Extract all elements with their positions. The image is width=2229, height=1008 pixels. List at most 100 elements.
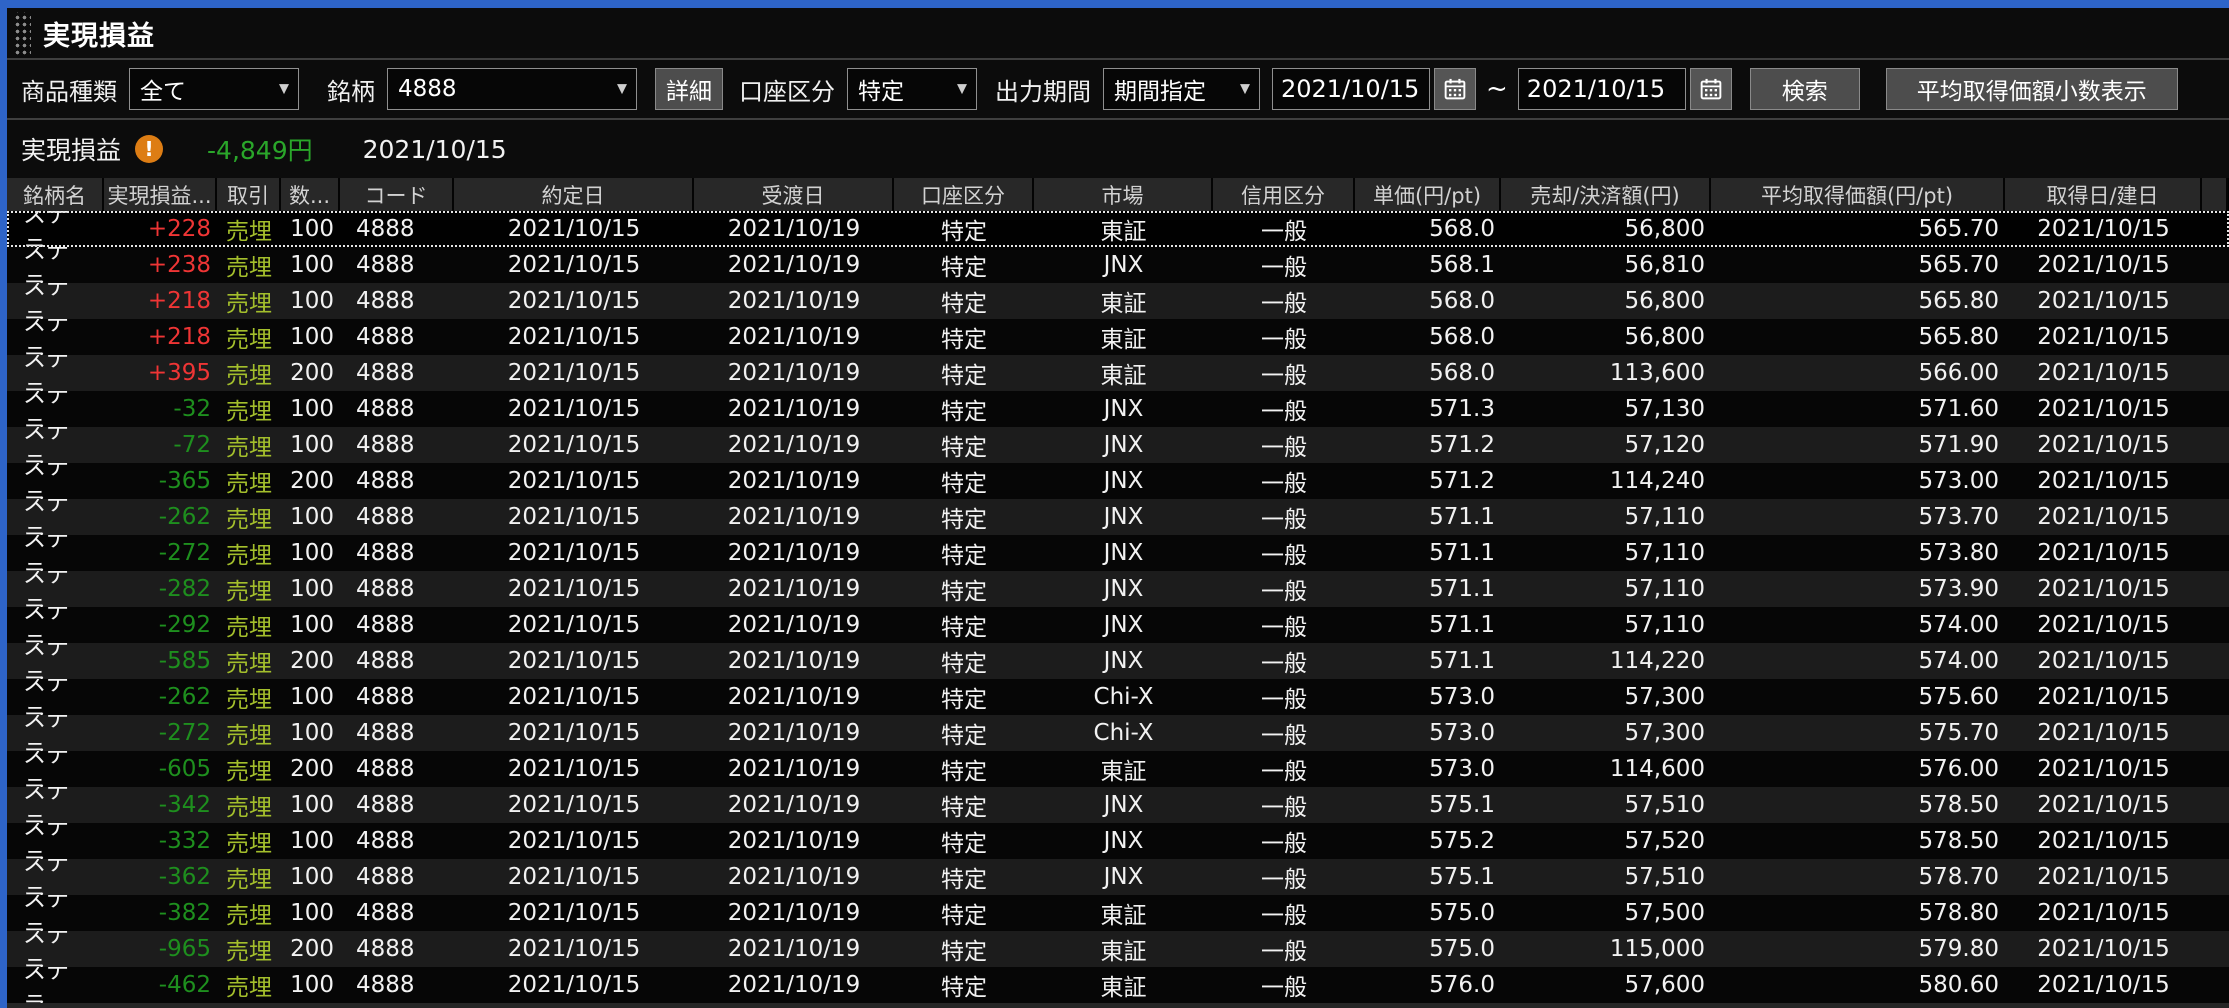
cell-acq_date: 2021/10/15	[2005, 355, 2202, 391]
cell-code: 4888	[340, 967, 454, 1003]
table-row[interactable]: ステラ...+228売埋10048882021/10/152021/10/19特…	[7, 211, 2229, 247]
cell-amount: 113,600	[1501, 355, 1711, 391]
table-row[interactable]: ステラ...-605売埋20048882021/10/152021/10/19特…	[7, 751, 2229, 787]
table-row[interactable]: ステラ...-585売埋20048882021/10/152021/10/19特…	[7, 643, 2229, 679]
detail-button[interactable]: 詳細	[655, 68, 723, 110]
cell-amount: 57,110	[1501, 499, 1711, 535]
cell-amount: 56,800	[1501, 319, 1711, 355]
cell-amount: 114,240	[1501, 463, 1711, 499]
symbol-select[interactable]: 4888 ▼	[387, 68, 637, 110]
cell-avg_price: 571.90	[1711, 427, 2005, 463]
column-header-name[interactable]: 銘柄名	[7, 178, 104, 211]
table-row[interactable]: ステラ...-32売埋10048882021/10/152021/10/19特定…	[7, 391, 2229, 427]
cell-price: 568.1	[1355, 247, 1501, 283]
column-header-acq_date[interactable]: 取得日/建日	[2005, 178, 2202, 211]
cell-amount: 57,110	[1501, 535, 1711, 571]
cell-amount: 115,000	[1501, 931, 1711, 967]
cell-pl: +238	[104, 247, 217, 283]
cell-qty: 100	[281, 679, 340, 715]
table-row[interactable]: ステラ...-462売埋10048882021/10/152021/10/19特…	[7, 967, 2229, 1003]
cell-avg_price: 571.60	[1711, 391, 2005, 427]
cell-extra	[2202, 751, 2228, 787]
column-header-market[interactable]: 市場	[1034, 178, 1213, 211]
cell-acq_date: 2021/10/15	[2005, 895, 2202, 931]
cell-price: 575.1	[1355, 859, 1501, 895]
cell-name: ステラ...	[7, 355, 104, 391]
table-row[interactable]: ステラ...-262売埋10048882021/10/152021/10/19特…	[7, 679, 2229, 715]
table-row[interactable]: ステラ...-965売埋20048882021/10/152021/10/19特…	[7, 931, 2229, 967]
date-to-calendar-button[interactable]	[1690, 68, 1732, 110]
column-header-extra[interactable]	[2202, 178, 2228, 211]
cell-amount: 57,300	[1501, 679, 1711, 715]
cell-market: 東証	[1034, 751, 1213, 787]
cell-avg_price: 573.80	[1711, 535, 2005, 571]
table-row[interactable]: ステラ...+218売埋10048882021/10/152021/10/19特…	[7, 319, 2229, 355]
cell-name: ステラ...	[7, 391, 104, 427]
column-header-qty[interactable]: 数...	[281, 178, 340, 211]
table-row[interactable]: ステラ...-362売埋10048882021/10/152021/10/19特…	[7, 859, 2229, 895]
cell-amount: 57,300	[1501, 715, 1711, 751]
cell-account: 特定	[894, 859, 1034, 895]
column-header-avg_price[interactable]: 平均取得価額(円/pt)	[1711, 178, 2005, 211]
summary-date: 2021/10/15	[363, 135, 507, 164]
cell-extra	[2202, 643, 2228, 679]
account-type-select[interactable]: 特定 ▼	[847, 68, 977, 110]
table-row[interactable]: ステラ...+395売埋20048882021/10/152021/10/19特…	[7, 355, 2229, 391]
table-row[interactable]: ステラ...-382売埋10048882021/10/152021/10/19特…	[7, 895, 2229, 931]
cell-amount: 57,510	[1501, 859, 1711, 895]
cell-code: 4888	[340, 535, 454, 571]
column-header-margin[interactable]: 信用区分	[1213, 178, 1355, 211]
column-header-account[interactable]: 口座区分	[894, 178, 1034, 211]
date-to-input[interactable]	[1518, 68, 1686, 110]
cell-extra	[2202, 463, 2228, 499]
column-header-code[interactable]: コード	[340, 178, 454, 211]
table-row[interactable]: ステラ...+218売埋10048882021/10/152021/10/19特…	[7, 283, 2229, 319]
cell-margin: 一般	[1213, 535, 1355, 571]
warning-icon[interactable]: !	[135, 135, 163, 163]
cell-settle_date: 2021/10/19	[694, 499, 894, 535]
column-header-amount[interactable]: 売却/決済額(円)	[1501, 178, 1711, 211]
column-header-trade[interactable]: 取引	[217, 178, 281, 211]
output-period-select[interactable]: 期間指定 ▼	[1103, 68, 1260, 110]
table-row[interactable]: ステラ...-292売埋10048882021/10/152021/10/19特…	[7, 607, 2229, 643]
drag-handle-icon[interactable]	[13, 12, 31, 56]
cell-trade_date: 2021/10/15	[454, 283, 694, 319]
table-row[interactable]: ステラ...+238売埋10048882021/10/152021/10/19特…	[7, 247, 2229, 283]
date-from-input[interactable]	[1272, 68, 1430, 110]
column-header-price[interactable]: 単価(円/pt)	[1355, 178, 1501, 211]
cell-trade_date: 2021/10/15	[454, 895, 694, 931]
cell-account: 特定	[894, 355, 1034, 391]
cell-pl: -72	[104, 427, 217, 463]
cell-pl: -292	[104, 607, 217, 643]
cell-trade: 売埋	[217, 787, 281, 823]
cell-market: 東証	[1034, 211, 1213, 247]
cell-pl: -272	[104, 715, 217, 751]
column-header-settle_date[interactable]: 受渡日	[694, 178, 894, 211]
cell-margin: 一般	[1213, 463, 1355, 499]
cell-account: 特定	[894, 571, 1034, 607]
table-row[interactable]: ステラ...-72売埋10048882021/10/152021/10/19特定…	[7, 427, 2229, 463]
search-button[interactable]: 検索	[1750, 68, 1860, 110]
avg-price-decimal-button[interactable]: 平均取得価額小数表示	[1886, 68, 2178, 110]
column-header-pl[interactable]: 実現損益...	[104, 178, 217, 211]
table-row[interactable]: ステラ...-272売埋10048882021/10/152021/10/19特…	[7, 715, 2229, 751]
cell-market: JNX	[1034, 607, 1213, 643]
cell-pl: -262	[104, 499, 217, 535]
table-row[interactable]: ステラ...-282売埋10048882021/10/152021/10/19特…	[7, 571, 2229, 607]
cell-name: ステラ...	[7, 823, 104, 859]
table-row[interactable]: ステラ...-342売埋10048882021/10/152021/10/19特…	[7, 787, 2229, 823]
table-row[interactable]: ステラ...-365売埋20048882021/10/152021/10/19特…	[7, 463, 2229, 499]
table-row[interactable]: ステラ...-272売埋10048882021/10/152021/10/19特…	[7, 535, 2229, 571]
cell-trade_date: 2021/10/15	[454, 967, 694, 1003]
product-type-select[interactable]: 全て ▼	[129, 68, 299, 110]
cell-amount: 56,810	[1501, 247, 1711, 283]
column-header-trade_date[interactable]: 約定日	[454, 178, 694, 211]
date-from-calendar-button[interactable]	[1434, 68, 1476, 110]
cell-acq_date: 2021/10/15	[2005, 211, 2202, 247]
cell-market: JNX	[1034, 859, 1213, 895]
table-row[interactable]: ステラ...-332売埋10048882021/10/152021/10/19特…	[7, 823, 2229, 859]
cell-trade: 売埋	[217, 967, 281, 1003]
calendar-icon	[1443, 77, 1467, 101]
cell-trade: 売埋	[217, 571, 281, 607]
table-row[interactable]: ステラ...-262売埋10048882021/10/152021/10/19特…	[7, 499, 2229, 535]
